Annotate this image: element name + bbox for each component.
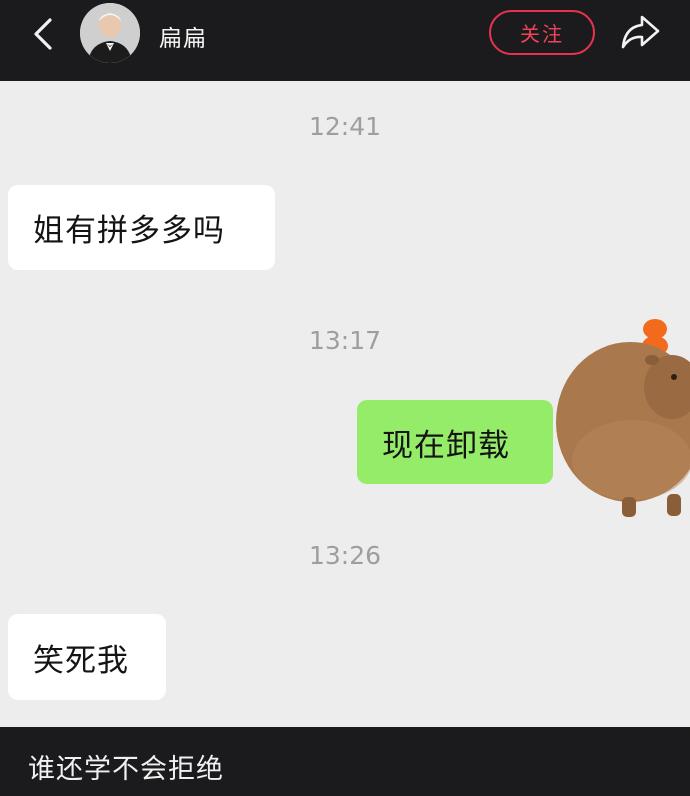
contact-name: 扁扁: [159, 26, 207, 52]
caption-bar: 谁还学不会拒绝: [0, 727, 690, 796]
incoming-message-bubble[interactable]: 姐有拼多多吗: [8, 185, 275, 270]
share-arrow-icon[interactable]: [618, 11, 662, 53]
follow-button[interactable]: 关注: [489, 10, 595, 55]
back-chevron-icon[interactable]: [28, 16, 58, 52]
message-timestamp: 13:26: [308, 541, 382, 570]
caption-text: 谁还学不会拒绝: [28, 754, 224, 785]
capybara-sticker-icon[interactable]: [552, 312, 690, 522]
incoming-message-bubble[interactable]: 笑死我: [8, 614, 166, 700]
outgoing-message-bubble[interactable]: 现在卸载: [357, 400, 553, 484]
avatar[interactable]: [80, 3, 140, 63]
message-timestamp: 12:41: [308, 112, 382, 141]
chat-header: 扁扁 关注: [0, 0, 690, 81]
avatar-portrait-icon: [80, 3, 140, 63]
